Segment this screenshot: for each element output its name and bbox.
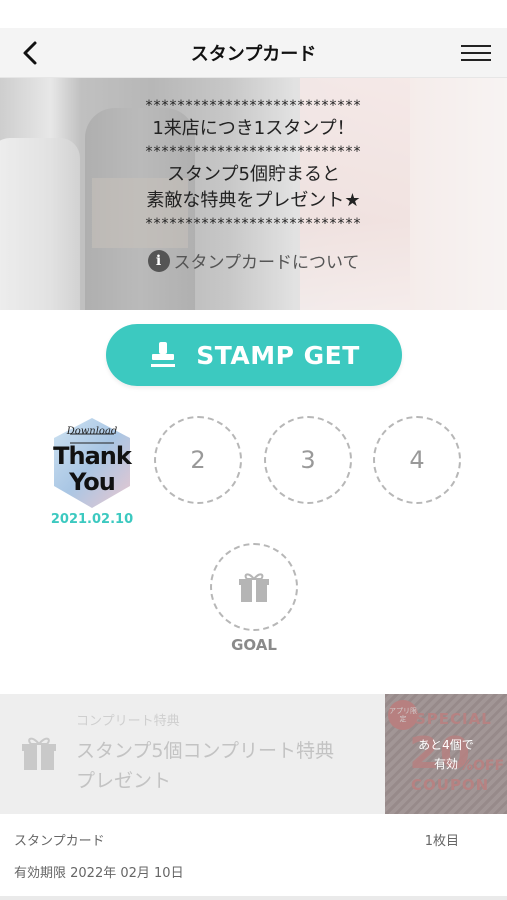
stamp-get-label: STAMP GET [196, 340, 360, 370]
hamburger-menu-icon [461, 45, 491, 47]
hero-reward-line: スタンプ5個貯まると [167, 164, 340, 185]
complete-reward-card[interactable]: コンプリート特典 スタンプ5個コンプリート特典 プレゼント アプリ限定 SPEC… [0, 694, 507, 814]
back-button[interactable] [18, 40, 44, 66]
hero-reward-line: 素敵な特典をプレゼント★ [146, 190, 361, 211]
about-link-label: スタンプカードについて [173, 253, 360, 273]
status-bar-area [0, 0, 507, 28]
stamp-slot: 4 [373, 416, 461, 504]
divider [0, 896, 507, 900]
stamp-download-text: Download [66, 426, 118, 437]
expiry-date: 有効期限 2022年 02月 10日 [14, 866, 184, 881]
card-count: 1枚目 [424, 834, 459, 849]
gift-icon [22, 737, 56, 770]
decorative-stars: *************************** [145, 98, 362, 114]
coupon-thumbnail: アプリ限定 SPECIAL 20 %OFF COUPON あと4個で 有効 [385, 694, 507, 814]
page-title: スタンプカード [190, 43, 317, 65]
reward-category: コンプリート特典 [76, 714, 180, 729]
stamp-date: 2021.02.10 [50, 512, 134, 527]
hero-text: *************************** 1来店につき1スタンプ！… [0, 78, 507, 310]
menu-button[interactable] [461, 40, 491, 66]
info-icon: i [147, 249, 170, 272]
coupon-remaining-note: あと4個で 有効 [418, 738, 474, 771]
decorative-stars: *************************** [145, 144, 362, 160]
stamp-slot: 2 [154, 416, 242, 504]
card-label: スタンプカード [14, 834, 105, 849]
slot-number: 2 [190, 446, 206, 474]
decorative-stars: *************************** [145, 216, 362, 232]
hero-rule: 1来店につき1スタンプ！ [152, 118, 355, 139]
reward-title: スタンプ5個コンプリート特典 プレゼント [76, 740, 334, 792]
collected-stamp: Download Thank You [50, 416, 134, 510]
goal-label: GOAL [231, 636, 277, 654]
goal-stamp-slot [210, 543, 298, 631]
hero-banner: *************************** 1来店につき1スタンプ！… [0, 78, 507, 310]
slot-number: 4 [409, 446, 425, 474]
chevron-left-icon [23, 41, 37, 65]
stamp-thank-text: Thank [53, 442, 132, 470]
app-header: スタンプカード [0, 28, 507, 78]
stamp-you-text: You [69, 468, 116, 496]
gift-icon [239, 573, 269, 602]
slot-number: 3 [300, 446, 316, 474]
stamp-slot: 3 [264, 416, 352, 504]
stamp-get-button[interactable]: STAMP GET [106, 324, 402, 386]
about-stamp-card-link[interactable]: i スタンプカードについて [147, 248, 360, 273]
stamp-icon [151, 342, 176, 367]
